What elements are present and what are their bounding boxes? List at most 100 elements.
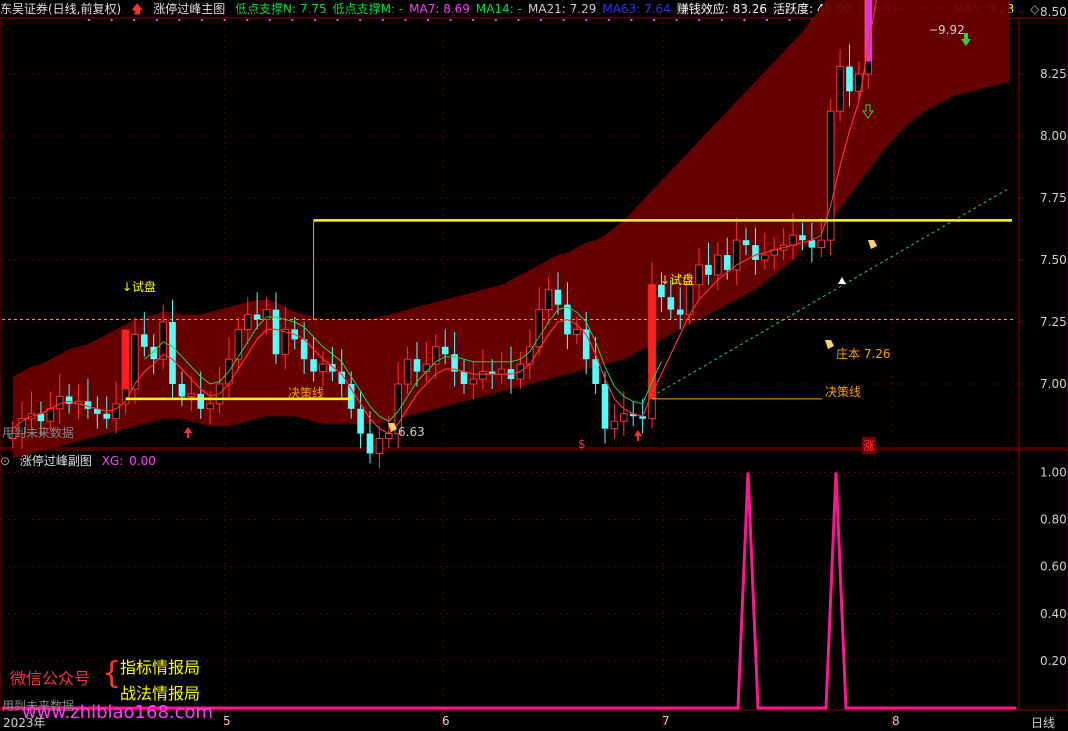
decision-line-label-1: 决策线 [288, 386, 325, 400]
top-dot [585, 19, 588, 21]
top-dot [607, 19, 610, 21]
y-tick-label: 8.00 [1040, 129, 1067, 143]
sub-y-tick-label: 0.80 [1040, 513, 1067, 527]
top-dot [540, 19, 542, 21]
candle-up [422, 363, 431, 373]
candle-down [178, 384, 186, 397]
top-dot [494, 19, 497, 21]
candle-down [705, 264, 712, 275]
candle-up [620, 413, 628, 422]
top-dot [178, 19, 181, 21]
y-tick-label: 8.25 [1040, 67, 1067, 81]
candle-down [366, 433, 374, 454]
pointer-hand-icon [868, 240, 877, 249]
top-dot [653, 19, 655, 21]
y-tick-label: 7.50 [1040, 253, 1067, 267]
candle-down [592, 359, 599, 384]
top-dot [223, 19, 226, 21]
top-dot [291, 19, 294, 21]
candle-down [667, 297, 675, 310]
candle-down [169, 322, 176, 384]
buy-arrow-icon [634, 430, 642, 441]
top-dot [788, 19, 791, 21]
y-tick-label: 8.50 [1040, 5, 1067, 19]
candle-up [206, 403, 214, 410]
candle-down [253, 314, 261, 320]
top-dot [359, 19, 362, 21]
top-dot [404, 19, 407, 21]
year-label: 2023年 [3, 716, 46, 730]
candle-up [714, 254, 722, 276]
candle-up [544, 289, 553, 311]
candle-down [799, 235, 806, 241]
month-6: 6 [442, 714, 450, 728]
candle-up [243, 314, 252, 330]
top-dot [675, 19, 678, 21]
top-dot [720, 19, 723, 21]
candle-up [497, 368, 506, 375]
period-label[interactable]: 日线 [1031, 714, 1055, 731]
candle-down [676, 309, 684, 315]
candle-down [197, 393, 205, 409]
top-dot [268, 19, 271, 21]
top-dot [743, 19, 746, 21]
candle-down [554, 289, 562, 305]
candle-up [262, 309, 271, 321]
sub-y-tick-label: 0.40 [1040, 607, 1067, 621]
triangle-up-icon [838, 277, 846, 284]
candle-up [281, 328, 290, 355]
top-dot [381, 19, 384, 21]
month-8: 8 [892, 714, 900, 728]
top-dot [766, 19, 768, 21]
candle-up [234, 328, 243, 360]
y-tick-label: 7.25 [1040, 315, 1067, 329]
candle-up [573, 328, 581, 335]
top-dot [336, 19, 339, 21]
top-dot [88, 19, 90, 21]
trial-label-1: ↓试盘 [122, 280, 157, 294]
candle-up [817, 239, 826, 249]
candle-up [319, 363, 327, 373]
wechat-label: 微信公众号 [10, 669, 91, 688]
trial-label-2: ↓试盘 [660, 273, 695, 287]
cost-label: 庄本 7.26 [836, 347, 891, 361]
limit-up-bar [121, 329, 130, 389]
candle-down [752, 245, 759, 260]
sub-y-tick-label: 0.20 [1040, 654, 1067, 668]
candle-down [141, 334, 148, 347]
candle-up [469, 378, 478, 385]
candle-down [65, 396, 73, 404]
candle-up [375, 438, 384, 454]
y-tick-label: 7.75 [1040, 191, 1067, 205]
kline-chart[interactable]: 7.007.257.507.758.008.258.508.759.009.25… [0, 0, 1068, 730]
website-watermark: www.zhibiao168.com [22, 702, 214, 723]
dollar-marker: $ [578, 437, 586, 451]
candle-down [272, 309, 280, 355]
top-dot [427, 19, 429, 21]
top-dot [472, 19, 475, 21]
candle-up [610, 420, 619, 430]
candle-down [723, 255, 731, 270]
future-data-label-1: 用到未来数据 [2, 426, 75, 440]
decision-line-label-2: 决策线 [825, 385, 862, 399]
sub-y-tick-label: 1.00 [1040, 466, 1067, 480]
top-dot [517, 19, 520, 21]
top-dot [155, 19, 158, 21]
candle-down [310, 359, 317, 372]
candle-down [441, 346, 449, 355]
candle-down [357, 408, 364, 434]
top-dot [110, 19, 113, 21]
y-tick-label: 7.00 [1040, 377, 1067, 391]
top-dot [562, 19, 565, 21]
low-price-label: 6.63 [398, 425, 425, 439]
candle-up [479, 371, 487, 380]
top-dot [630, 19, 633, 21]
candle-up [836, 66, 844, 112]
watermark-line1: 指标情报局 [120, 658, 201, 677]
high-price-label: 9.92 [938, 23, 965, 37]
zhang-marker: 涨 [862, 437, 877, 454]
sub-y-tick-label: 0.60 [1040, 560, 1067, 574]
candle-up [384, 433, 393, 440]
candle-down [742, 240, 750, 246]
pointer-hand-icon [825, 340, 834, 349]
